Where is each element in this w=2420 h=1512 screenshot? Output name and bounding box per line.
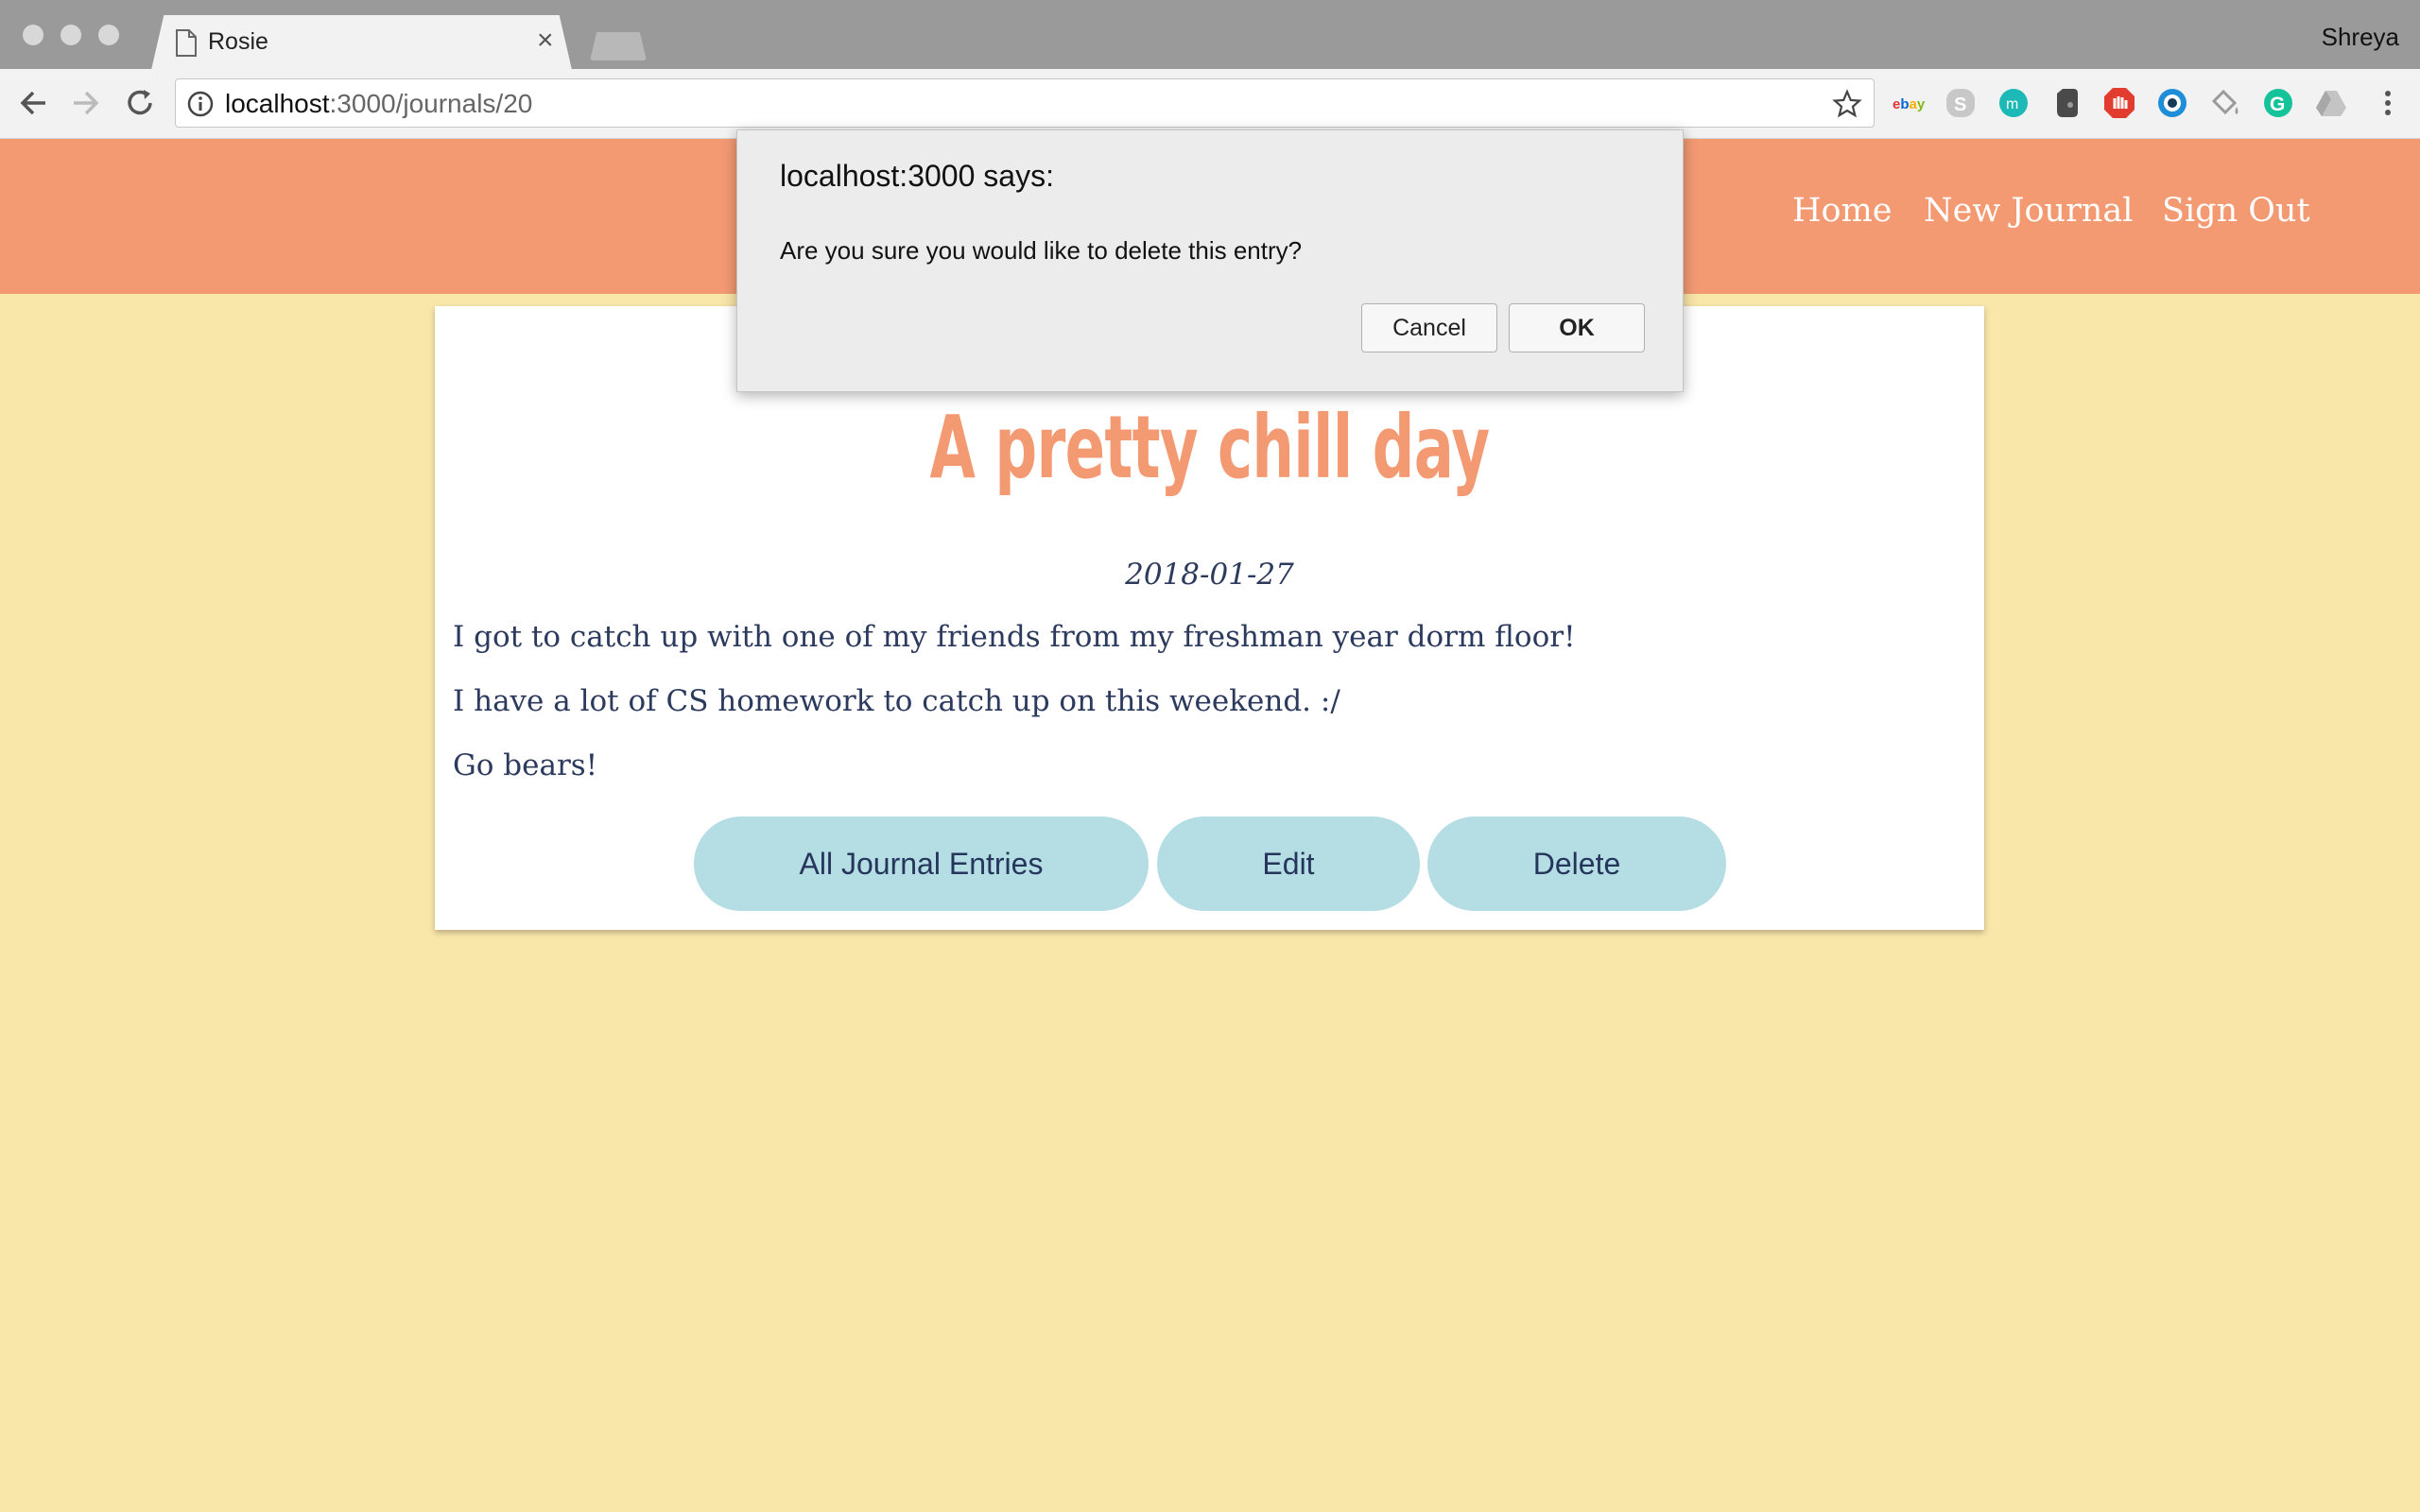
entry-line: I got to catch up with one of my friends… bbox=[453, 620, 1576, 654]
window-close-dot[interactable] bbox=[23, 25, 43, 45]
reload-icon[interactable] bbox=[121, 84, 159, 122]
camera-icon[interactable] bbox=[2155, 86, 2189, 120]
svg-text:S: S bbox=[1954, 94, 1966, 115]
entry-date: 2018-01-27 bbox=[1125, 558, 1294, 592]
adblock-icon[interactable] bbox=[2102, 86, 2136, 120]
svg-text:ebay: ebay bbox=[1893, 96, 1926, 112]
url-path: :3000/journals/20 bbox=[329, 89, 533, 118]
skype-icon[interactable]: S bbox=[1944, 86, 1978, 120]
forward-arrow-icon[interactable] bbox=[66, 84, 104, 122]
url-host: localhost bbox=[225, 89, 330, 118]
entry-line: Go bears! bbox=[453, 748, 598, 782]
evernote-icon[interactable] bbox=[2049, 86, 2083, 120]
window-zoom-dot[interactable] bbox=[98, 25, 119, 45]
info-icon[interactable] bbox=[187, 91, 214, 117]
drive-icon[interactable] bbox=[2314, 86, 2348, 120]
document-icon bbox=[176, 29, 197, 57]
svg-text:m: m bbox=[2006, 96, 2018, 112]
entry-line: I have a lot of CS homework to catch up … bbox=[453, 684, 1340, 718]
journal-entry-card: A pretty chill day 2018-01-27 I got to c… bbox=[435, 306, 1984, 930]
cancel-button[interactable]: Cancel bbox=[1361, 303, 1497, 352]
svg-text:G: G bbox=[2270, 94, 2285, 115]
paint-bucket-icon[interactable] bbox=[2208, 86, 2242, 120]
ok-button[interactable]: OK bbox=[1509, 303, 1645, 352]
tab-title: Rosie bbox=[208, 28, 268, 55]
browser-toolbar: localhost:3000/journals/20 ebay S m G bbox=[0, 69, 2420, 139]
nav-link-sign-out[interactable]: Sign Out bbox=[2162, 192, 2310, 230]
grammarly-icon[interactable]: G bbox=[2261, 86, 2295, 120]
entry-title: A pretty chill day bbox=[929, 397, 1491, 498]
browser-tab-strip: Rosie × Shreya bbox=[0, 0, 2420, 70]
url-text[interactable]: localhost:3000/journals/20 bbox=[225, 89, 532, 119]
delete-button[interactable]: Delete bbox=[1427, 816, 1726, 911]
new-tab-button[interactable] bbox=[590, 32, 647, 60]
mint-icon[interactable]: m bbox=[1996, 86, 2031, 120]
window-minimize-dot[interactable] bbox=[60, 25, 81, 45]
address-bar[interactable]: localhost:3000/journals/20 bbox=[175, 78, 1875, 128]
dialog-title: localhost:3000 says: bbox=[780, 159, 1054, 193]
profile-name[interactable]: Shreya bbox=[2322, 23, 2399, 52]
edit-button[interactable]: Edit bbox=[1157, 816, 1420, 911]
bookmark-star-icon[interactable] bbox=[1832, 89, 1862, 119]
tab-close-icon[interactable]: × bbox=[537, 25, 554, 57]
confirm-dialog: localhost:3000 says: Are you sure you wo… bbox=[736, 129, 1684, 392]
nav-link-home[interactable]: Home bbox=[1792, 192, 1893, 230]
menu-dots-icon[interactable] bbox=[2371, 86, 2405, 120]
back-arrow-icon[interactable] bbox=[15, 84, 53, 122]
all-journal-entries-button[interactable]: All Journal Entries bbox=[694, 816, 1149, 911]
browser-tab[interactable]: Rosie × bbox=[151, 15, 572, 70]
dialog-message: Are you sure you would like to delete th… bbox=[780, 236, 1303, 265]
ebay-icon[interactable]: ebay bbox=[1892, 86, 1926, 120]
nav-link-new-journal[interactable]: New Journal bbox=[1924, 192, 2133, 230]
